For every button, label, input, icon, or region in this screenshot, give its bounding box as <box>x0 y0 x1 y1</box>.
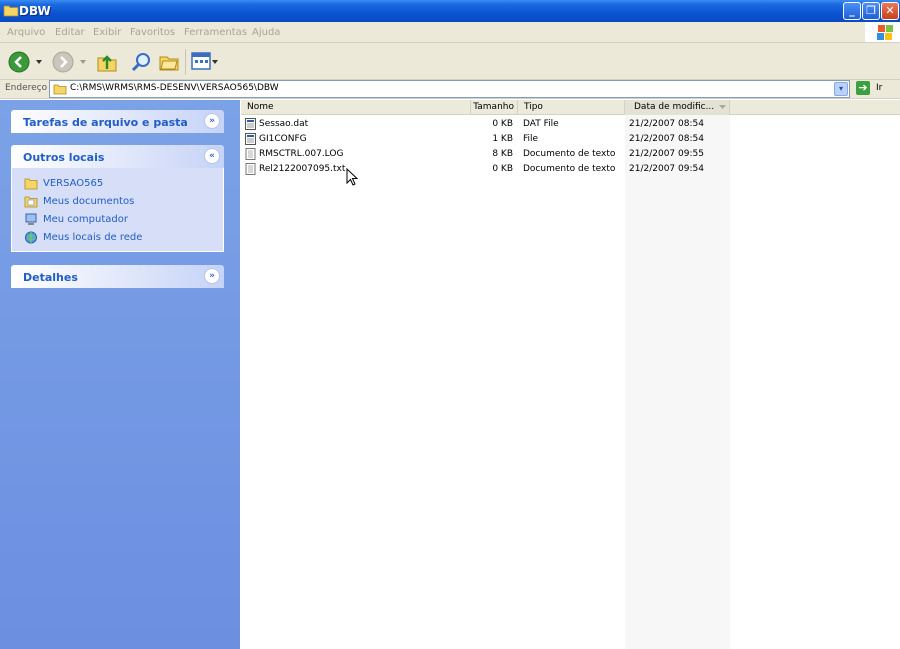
panel-details-title: Detalhes <box>23 271 78 284</box>
panel-other-places-header[interactable]: Outros locais « <box>11 145 224 168</box>
expand-chevron-icon[interactable]: » <box>204 268 220 284</box>
file-date: 21/2/2007 09:55 <box>629 149 704 159</box>
back-button[interactable] <box>8 51 30 73</box>
file-row[interactable]: GI1CONFG 1 KB File 21/2/2007 08:54 <box>241 132 900 147</box>
views-button[interactable] <box>191 52 211 70</box>
expand-chevron-icon[interactable]: » <box>204 113 220 129</box>
file-list[interactable]: Nome Tamanho Tipo Data de modific... Ses… <box>241 100 900 649</box>
column-header-name[interactable]: Nome <box>241 100 471 115</box>
file-date: 21/2/2007 09:54 <box>629 164 704 174</box>
column-header-type[interactable]: Tipo <box>518 100 625 115</box>
file-size: 0 KB <box>492 164 513 174</box>
column-name-label: Nome <box>247 102 274 112</box>
back-dropdown-icon[interactable] <box>36 59 42 65</box>
place-my-documents[interactable]: Meus documentos <box>12 194 223 212</box>
file-name: GI1CONFG <box>259 134 307 144</box>
file-size: 1 KB <box>492 134 513 144</box>
minimize-button[interactable]: _ <box>843 2 861 20</box>
menu-ajuda[interactable]: Ajuda <box>252 27 280 38</box>
panel-other-places-body: VERSAO565 Meus documentos Meu computador… <box>11 168 224 252</box>
column-header-date[interactable]: Data de modific... <box>625 100 730 115</box>
forward-button[interactable] <box>52 51 74 73</box>
text-file-icon <box>245 163 256 175</box>
toolbar <box>0 43 900 80</box>
views-dropdown-icon[interactable] <box>212 59 218 65</box>
title-bar[interactable]: DBW _ ❐ ✕ <box>0 0 900 22</box>
panel-details: Detalhes » <box>11 265 224 288</box>
file-row[interactable]: Sessao.dat 0 KB DAT File 21/2/2007 08:54 <box>241 117 900 132</box>
file-type: Documento de texto <box>523 164 616 174</box>
network-places-icon <box>25 231 37 244</box>
windows-logo-icon <box>865 22 900 42</box>
file-size: 0 KB <box>492 119 513 129</box>
place-label: VERSAO565 <box>43 178 104 189</box>
column-header-size[interactable]: Tamanho <box>471 100 518 115</box>
panel-file-tasks-header[interactable]: Tarefas de arquivo e pasta » <box>11 110 224 133</box>
file-name: Rel2122007095.txt <box>259 164 346 174</box>
maximize-button[interactable]: ❐ <box>862 2 880 20</box>
close-button[interactable]: ✕ <box>881 2 899 20</box>
address-bar: Endereço C:\RMS\WRMS\RMS-DESENV\VERSAO56… <box>0 80 900 99</box>
text-file-icon <box>245 148 256 160</box>
place-network[interactable]: Meus locais de rede <box>12 230 223 248</box>
panel-other-places: Outros locais « VERSAO565 Meus documento… <box>11 145 224 252</box>
task-pane: Tarefas de arquivo e pasta » Outros loca… <box>0 100 240 649</box>
file-name: Sessao.dat <box>259 119 309 129</box>
go-label[interactable]: Ir <box>876 83 882 93</box>
my-documents-icon <box>24 196 38 208</box>
folder-icon <box>24 178 38 190</box>
window-title: DBW <box>19 4 51 18</box>
mouse-cursor-icon <box>346 168 358 186</box>
up-folder-button[interactable] <box>96 51 118 73</box>
menu-editar[interactable]: Editar <box>55 27 85 38</box>
column-header-row: Nome Tamanho Tipo Data de modific... <box>241 100 900 115</box>
address-dropdown-icon[interactable]: ▾ <box>834 82 848 96</box>
place-label: Meus documentos <box>43 196 135 207</box>
forward-dropdown-icon[interactable] <box>80 59 86 65</box>
data-file-icon <box>245 118 256 130</box>
menu-favoritos[interactable]: Favoritos <box>130 27 175 38</box>
file-date: 21/2/2007 08:54 <box>629 134 704 144</box>
file-size: 8 KB <box>492 149 513 159</box>
search-button[interactable] <box>130 51 152 73</box>
menu-exibir[interactable]: Exibir <box>93 27 121 38</box>
place-label: Meus locais de rede <box>43 232 143 243</box>
file-name: RMSCTRL.007.LOG <box>259 149 344 159</box>
column-type-label: Tipo <box>524 102 543 112</box>
file-row[interactable]: Rel2122007095.txt 0 KB Documento de text… <box>241 162 900 177</box>
file-row[interactable]: RMSCTRL.007.LOG 8 KB Documento de texto … <box>241 147 900 162</box>
address-path: C:\RMS\WRMS\RMS-DESENV\VERSAO565\DBW <box>70 83 279 93</box>
menu-ferramentas[interactable]: Ferramentas <box>184 27 247 38</box>
place-versao565[interactable]: VERSAO565 <box>12 176 223 194</box>
menu-bar: Arquivo Editar Exibir Favoritos Ferramen… <box>0 22 900 43</box>
column-size-label: Tamanho <box>473 102 514 112</box>
my-computer-icon <box>25 213 37 225</box>
place-my-computer[interactable]: Meu computador <box>12 212 223 230</box>
file-type: Documento de texto <box>523 149 616 159</box>
panel-file-tasks-title: Tarefas de arquivo e pasta <box>23 116 188 129</box>
place-label: Meu computador <box>43 214 128 225</box>
menu-arquivo[interactable]: Arquivo <box>7 27 45 38</box>
column-date-label: Data de modific... <box>634 102 715 112</box>
address-input[interactable]: C:\RMS\WRMS\RMS-DESENV\VERSAO565\DBW ▾ <box>49 80 850 98</box>
folder-icon <box>3 5 19 17</box>
go-button[interactable]: ➔ <box>856 81 870 95</box>
panel-other-places-title: Outros locais <box>23 151 105 164</box>
address-label: Endereço <box>5 83 48 93</box>
file-type: File <box>523 134 539 144</box>
sorted-column-highlight <box>625 100 730 649</box>
sort-arrow-icon <box>719 105 726 109</box>
panel-details-header[interactable]: Detalhes » <box>11 265 224 288</box>
file-date: 21/2/2007 08:54 <box>629 119 704 129</box>
data-file-icon <box>245 133 256 145</box>
folders-button[interactable] <box>158 51 180 73</box>
collapse-chevron-icon[interactable]: « <box>204 148 220 164</box>
folder-icon <box>53 84 67 95</box>
file-type: DAT File <box>523 119 559 129</box>
panel-file-tasks: Tarefas de arquivo e pasta » <box>11 110 224 133</box>
